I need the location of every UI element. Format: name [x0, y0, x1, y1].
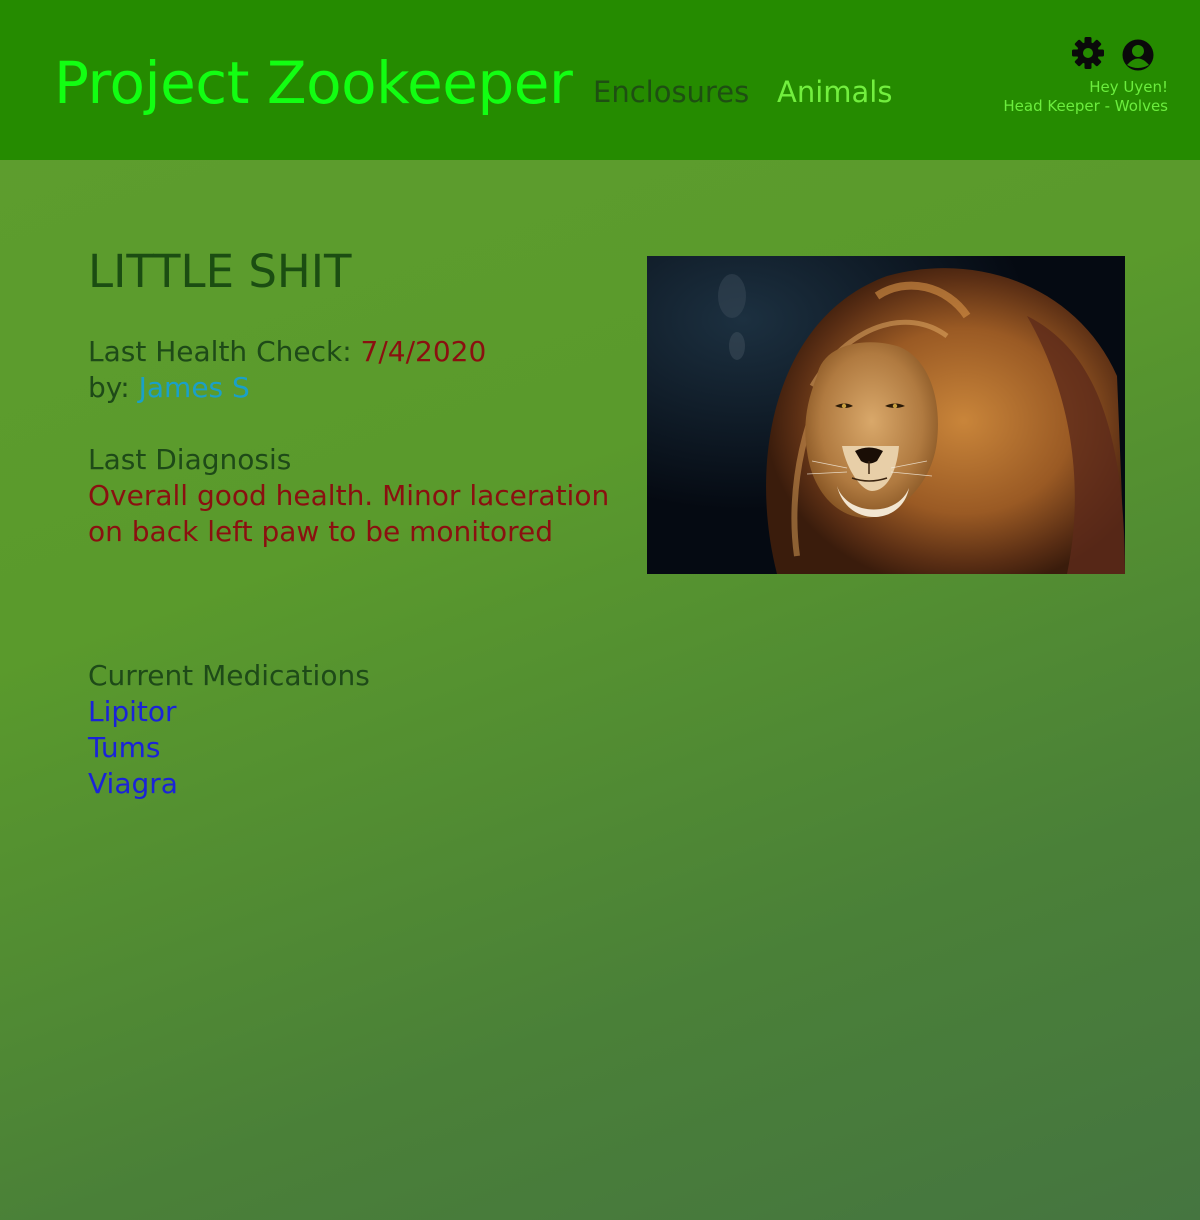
- nav-animals[interactable]: Animals: [777, 74, 892, 110]
- lion-photo: [647, 256, 1125, 574]
- user-greeting: Hey Uyen! Head Keeper - Wolves: [1003, 78, 1168, 116]
- gear-icon[interactable]: [1071, 36, 1105, 70]
- medication-link-viagra[interactable]: Viagra: [88, 766, 370, 802]
- checked-by-label: by:: [88, 371, 139, 404]
- nav-enclosures[interactable]: Enclosures: [593, 74, 749, 110]
- diagnosis-label: Last Diagnosis: [88, 443, 292, 476]
- greeting-text: Hey Uyen!: [1089, 78, 1168, 96]
- diagnosis-section: Last Diagnosis Overall good health. Mino…: [88, 442, 609, 550]
- lion-illustration: [647, 256, 1125, 574]
- medications-label: Current Medications: [88, 659, 370, 692]
- medication-link-tums[interactable]: Tums: [88, 730, 370, 766]
- vet-link[interactable]: James S: [139, 371, 250, 404]
- health-check-date: 7/4/2020: [360, 335, 487, 368]
- top-bar: Project Zookeeper Enclosures Animals Hey…: [0, 0, 1200, 160]
- health-check-label: Last Health Check:: [88, 335, 361, 368]
- health-check-section: Last Health Check: 7/4/2020 by: James S: [88, 334, 486, 406]
- medication-link-lipitor[interactable]: Lipitor: [88, 694, 370, 730]
- animal-name: LITTLE SHIT: [88, 245, 352, 298]
- diagnosis-line-1: Overall good health. Minor laceration: [88, 479, 610, 512]
- medications-section: Current Medications Lipitor Tums Viagra: [88, 658, 370, 802]
- user-role: Head Keeper - Wolves: [1003, 97, 1168, 115]
- app-title[interactable]: Project Zookeeper: [54, 50, 573, 116]
- user-avatar-icon[interactable]: [1121, 38, 1155, 72]
- diagnosis-line-2: on back left paw to be monitored: [88, 515, 554, 548]
